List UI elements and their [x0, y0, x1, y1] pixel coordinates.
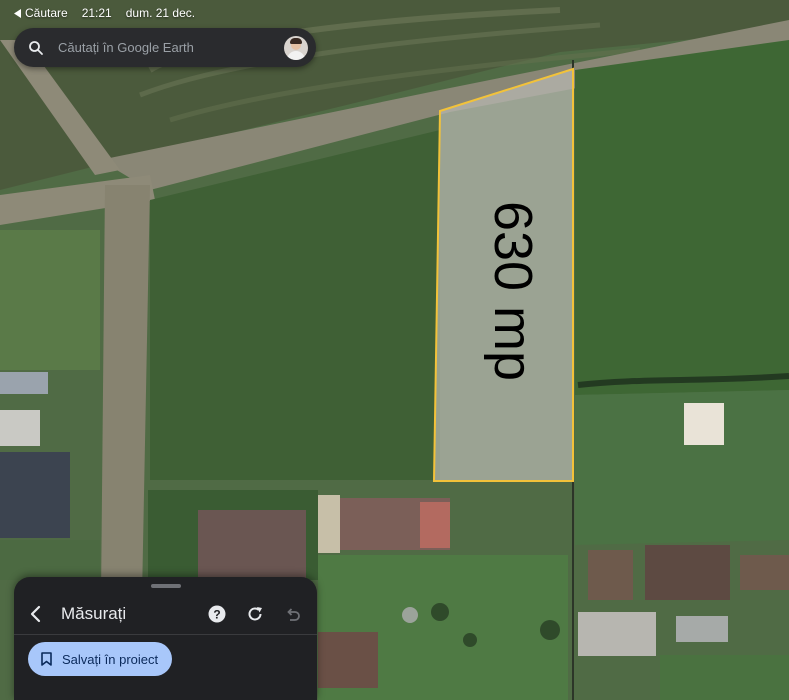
measure-panel-title: Măsurați [61, 604, 127, 623]
measure-panel-header: Măsurați ? [14, 597, 317, 631]
refresh-icon[interactable] [246, 605, 264, 623]
svg-text:?: ? [213, 607, 220, 621]
undo-icon[interactable] [284, 605, 302, 623]
help-icon[interactable]: ? [208, 605, 226, 623]
divider [14, 634, 317, 635]
avatar[interactable] [284, 35, 308, 60]
search-placeholder[interactable]: Căutați în Google Earth [58, 40, 284, 55]
save-to-project-label: Salvați în proiect [62, 651, 159, 667]
chevron-left-icon[interactable] [26, 604, 46, 624]
back-to-app[interactable]: Căutare [14, 6, 68, 20]
back-triangle-icon [14, 8, 21, 18]
status-bar: Căutare 21:21 dum. 21 dec. [0, 0, 789, 26]
status-time: 21:21 [81, 6, 112, 20]
search-bar[interactable]: Căutați în Google Earth [14, 28, 316, 67]
back-app-label: Căutare [25, 6, 68, 20]
save-to-project-button[interactable]: Salvați în proiect [28, 642, 173, 676]
bookmark-icon [41, 652, 52, 666]
search-icon [29, 40, 43, 55]
measure-panel: Măsurați ? Salvați în proiect [14, 577, 317, 700]
drag-handle[interactable] [151, 584, 181, 588]
area-measurement-label: 630 mp [483, 200, 543, 382]
status-date: dum. 21 dec. [125, 6, 196, 20]
